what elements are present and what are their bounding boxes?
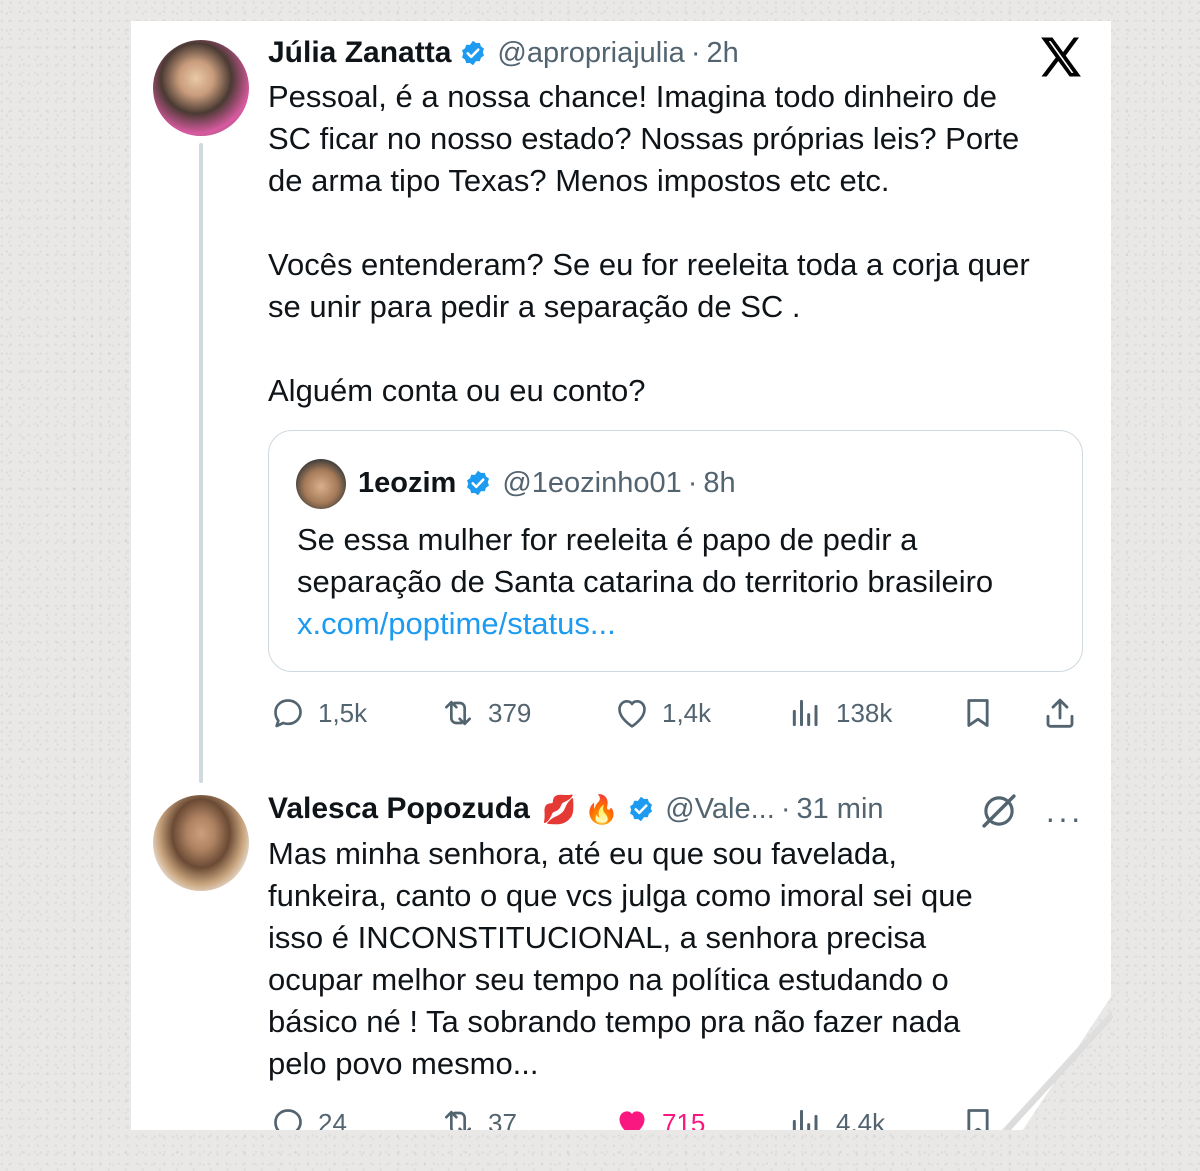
separator: · <box>690 36 701 69</box>
like-button[interactable]: 1,4k <box>612 693 711 733</box>
views-button[interactable]: 138k <box>786 693 892 733</box>
tweet-line: se unir para pedir a separação de SC . <box>268 289 801 324</box>
reply-icon <box>274 699 302 728</box>
more-options-button[interactable]: ··· <box>1045 800 1083 837</box>
tweet-line: Vocês entenderam? Se eu for reeleita tod… <box>268 247 1030 282</box>
reply-count: 24 <box>318 1107 347 1131</box>
handle[interactable]: @Vale... <box>665 793 775 826</box>
tweet-line: ocupar melhor seu tempo na política estu… <box>268 962 949 997</box>
repost-button[interactable]: 37 <box>438 1103 517 1130</box>
quote-avatar[interactable] <box>296 459 346 509</box>
grok-icon[interactable] <box>978 790 1020 832</box>
analytics-icon <box>792 699 818 727</box>
tweet-line: Mas minha senhora, até eu que sou favela… <box>268 836 898 871</box>
views-button[interactable]: 4,4k <box>786 1103 885 1130</box>
tweet-text: Mas minha senhora, até eu que sou favela… <box>268 833 973 1085</box>
quote-line: Se essa mulher for reeleita é papo de pe… <box>297 522 918 557</box>
quote-header: 1eozim @1eozinho01 · 8h <box>358 463 736 503</box>
repost-button[interactable]: 379 <box>438 693 531 733</box>
separator: · <box>780 792 791 825</box>
quote-link[interactable]: x.com/poptime/status... <box>297 603 993 645</box>
avatar[interactable] <box>153 40 249 136</box>
timestamp[interactable]: 31 min <box>796 793 883 826</box>
analytics-icon <box>792 1109 818 1130</box>
tweet-text: Pessoal, é a nossa chance! Imagina todo … <box>268 76 1030 412</box>
quote-handle: @1eozinho01 <box>502 466 682 499</box>
thread-line <box>199 143 203 783</box>
quote-display-name: 1eozim <box>358 466 457 499</box>
timestamp[interactable]: 2h <box>707 37 739 70</box>
tweet-line: pelo povo mesmo... <box>268 1046 539 1081</box>
like-button[interactable]: 715 <box>612 1103 705 1130</box>
quote-text: Se essa mulher for reeleita é papo de pe… <box>297 519 993 645</box>
verified-badge-icon <box>462 40 485 66</box>
repost-count: 37 <box>488 1107 517 1131</box>
verified-badge-icon <box>467 470 490 496</box>
share-button[interactable] <box>1040 693 1080 733</box>
handle[interactable]: @apropriajulia <box>497 37 684 70</box>
bookmark-button[interactable] <box>958 693 998 733</box>
repost-count: 379 <box>488 697 532 728</box>
reply-button[interactable]: 24 <box>268 1103 347 1130</box>
view-count: 4,4k <box>836 1107 886 1131</box>
tweet-line: funkeira, canto o que vcs julga como imo… <box>268 878 973 913</box>
bookmark-icon <box>967 1109 989 1130</box>
bookmark-icon <box>967 699 989 727</box>
heart-filled-icon <box>619 1111 645 1130</box>
tweet-line: SC ficar no nosso estado? Nossas própria… <box>268 121 1020 156</box>
tweet-actions: 1,5k 379 1,4k 138k <box>268 693 1088 733</box>
quote-timestamp: 8h <box>703 466 736 499</box>
x-logo-icon <box>1041 37 1081 77</box>
tweet-line: de arma tipo Texas? Menos impostos etc e… <box>268 163 890 198</box>
share-icon <box>1046 698 1074 728</box>
tweet-actions-clip: 24 37 715 4,4k <box>131 1095 1031 1130</box>
like-count: 1,4k <box>662 697 712 728</box>
repost-icon <box>445 700 471 726</box>
reply-button[interactable]: 1,5k <box>268 693 367 733</box>
reply-icon <box>274 1109 302 1130</box>
repost-icon <box>445 1110 471 1130</box>
avatar[interactable] <box>153 795 249 891</box>
verified-badge-icon <box>630 796 653 822</box>
view-count: 138k <box>836 697 893 728</box>
reply-count: 1,5k <box>318 697 368 728</box>
display-name[interactable]: Júlia Zanatta <box>268 36 451 70</box>
tweet-actions: 24 37 715 4,4k <box>268 1103 1031 1130</box>
tweet-line: isso é INCONSTITUCIONAL, a senhora preci… <box>268 920 927 955</box>
tweet-line: Alguém conta ou eu conto? <box>268 373 646 408</box>
quote-line: separação de Santa catarina do territori… <box>297 564 994 599</box>
bookmark-button[interactable] <box>958 1103 998 1130</box>
tweet-header: Valesca Popozuda 💋 🔥 @Vale... · 31 min <box>268 788 884 830</box>
tweet-line: básico né ! Ta sobrando tempo pra não fa… <box>268 1004 961 1039</box>
like-count: 715 <box>662 1107 706 1131</box>
tweet-header: Júlia Zanatta @apropriajulia · 2h <box>268 32 739 74</box>
separator: · <box>687 466 698 499</box>
name-emojis: 💋 🔥 <box>541 793 620 825</box>
tweet-line: Pessoal, é a nossa chance! Imagina todo … <box>268 79 997 114</box>
display-name[interactable]: Valesca Popozuda <box>268 792 530 826</box>
heart-icon <box>618 700 646 728</box>
